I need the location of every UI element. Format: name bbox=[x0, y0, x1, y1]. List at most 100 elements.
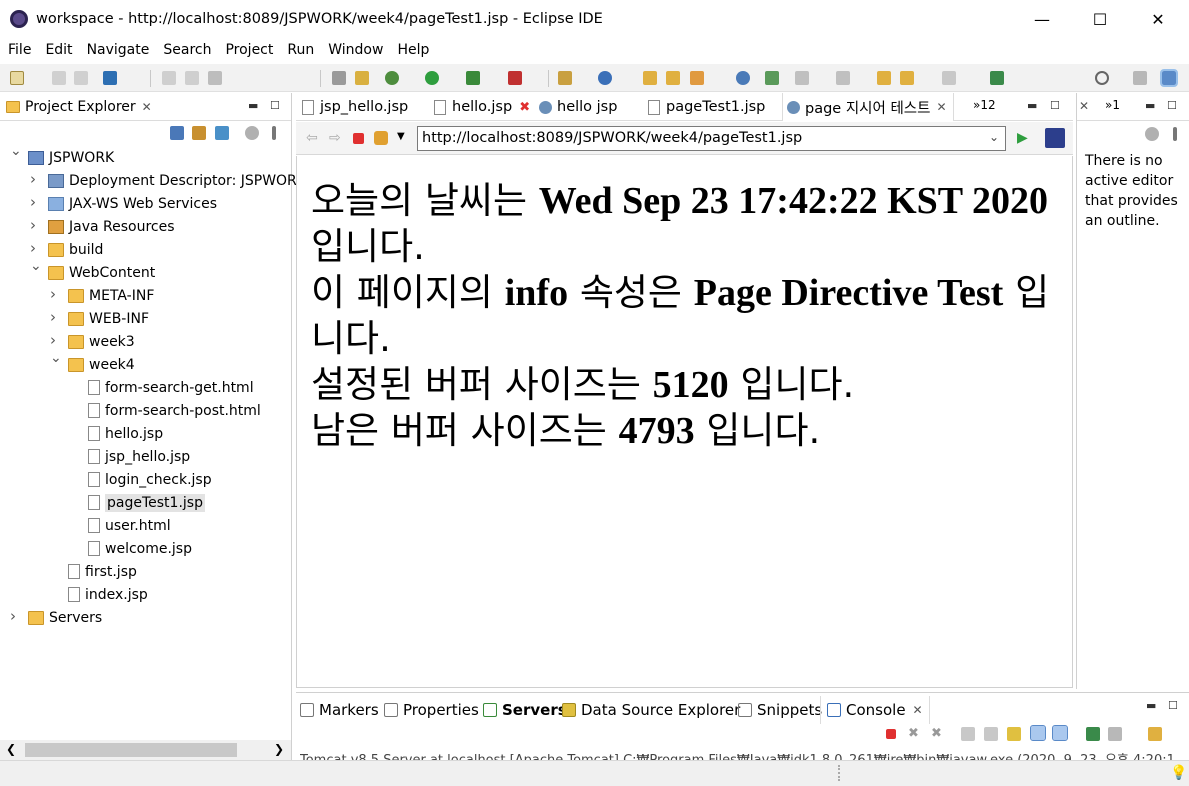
tree-item[interactable]: › week3 bbox=[50, 330, 135, 353]
tree-item[interactable]: pageTest1.jsp bbox=[88, 491, 205, 514]
scroll-left-icon[interactable]: ❮ bbox=[6, 742, 16, 756]
tab-hello-jsp-browser[interactable]: hello jsp bbox=[539, 93, 617, 121]
skip-icon[interactable] bbox=[355, 71, 369, 85]
save-all-icon[interactable] bbox=[74, 71, 88, 85]
menu-run[interactable]: Run bbox=[279, 42, 320, 58]
new-project-icon[interactable] bbox=[558, 71, 572, 85]
close-icon[interactable]: ✖ bbox=[519, 100, 530, 115]
tree-item[interactable]: › Servers bbox=[10, 606, 102, 629]
tree-item[interactable]: login_check.jsp bbox=[88, 468, 212, 491]
chevron-right-icon[interactable]: › bbox=[30, 170, 36, 188]
tree-item[interactable]: ⌄ WebContent bbox=[30, 258, 155, 284]
search-refs-icon[interactable] bbox=[765, 71, 779, 85]
open-console-icon[interactable] bbox=[1148, 727, 1162, 741]
horizontal-scrollbar[interactable]: ❮ ❯ bbox=[0, 740, 291, 760]
tree-item[interactable]: index.jsp bbox=[68, 583, 148, 606]
open-perspective-icon[interactable] bbox=[1133, 71, 1147, 85]
tree-item[interactable]: › Java Resources bbox=[30, 215, 175, 238]
show-stdout-icon[interactable] bbox=[1030, 725, 1046, 741]
next-annotation-icon[interactable] bbox=[795, 71, 809, 85]
web-browser-icon[interactable] bbox=[736, 71, 750, 85]
open-folder-icon[interactable] bbox=[666, 71, 680, 85]
minimize-button[interactable]: — bbox=[1013, 0, 1071, 38]
suspend-icon[interactable] bbox=[185, 71, 199, 85]
close-icon[interactable]: ✕ bbox=[936, 100, 946, 114]
new-icon[interactable] bbox=[10, 71, 24, 85]
minimize-editor-icon[interactable]: ▬ bbox=[1027, 99, 1037, 112]
chevron-down-icon[interactable]: ⌄ bbox=[10, 143, 22, 159]
tab-overflow-indicator[interactable]: »12 bbox=[973, 98, 996, 112]
filter-icon[interactable] bbox=[215, 126, 229, 140]
stop-icon[interactable] bbox=[353, 133, 364, 144]
close-button[interactable]: ✕ bbox=[1129, 0, 1187, 38]
open-type-icon[interactable] bbox=[643, 71, 657, 85]
chevron-down-icon[interactable]: ⌄ bbox=[50, 350, 62, 366]
clear-console-icon[interactable] bbox=[961, 727, 975, 741]
word-wrap-icon[interactable] bbox=[1007, 727, 1021, 741]
tree-item[interactable]: user.html bbox=[88, 514, 171, 537]
menu-navigate[interactable]: Navigate bbox=[79, 42, 156, 58]
tab-markers[interactable]: Markers bbox=[300, 697, 379, 723]
tab-properties[interactable]: Properties bbox=[384, 697, 479, 723]
tree-item[interactable]: › build bbox=[30, 238, 103, 261]
scroll-thumb[interactable] bbox=[25, 743, 237, 757]
debug-icon[interactable] bbox=[385, 71, 399, 85]
terminate-icon[interactable] bbox=[208, 71, 222, 85]
resume-icon[interactable] bbox=[162, 71, 176, 85]
terminate-console-icon[interactable] bbox=[886, 729, 896, 739]
tab-servers[interactable]: Servers bbox=[483, 697, 567, 723]
view-menu-icon[interactable] bbox=[1173, 127, 1177, 141]
pin-console-icon[interactable] bbox=[1086, 727, 1100, 741]
tree-item[interactable]: › JAX-WS Web Services bbox=[30, 192, 217, 215]
pin-editor-icon[interactable] bbox=[990, 71, 1004, 85]
scroll-right-icon[interactable]: ❯ bbox=[274, 742, 284, 756]
stop-server-icon[interactable] bbox=[508, 71, 522, 85]
chevron-right-icon[interactable]: › bbox=[50, 331, 56, 349]
save-icon[interactable] bbox=[52, 71, 66, 85]
search-icon[interactable] bbox=[1095, 71, 1109, 85]
tree-item[interactable]: jsp_hello.jsp bbox=[88, 445, 190, 468]
menu-edit[interactable]: Edit bbox=[37, 42, 78, 58]
open-task-icon[interactable] bbox=[690, 71, 704, 85]
lightbulb-icon[interactable]: 💡 bbox=[1170, 765, 1187, 781]
open-external-browser-icon[interactable] bbox=[1045, 128, 1065, 148]
jee-perspective-icon[interactable] bbox=[1160, 69, 1178, 87]
menu-project[interactable]: Project bbox=[217, 42, 279, 58]
chevron-right-icon[interactable]: › bbox=[10, 607, 16, 625]
tree-item[interactable]: ⌄ JSPWORK bbox=[10, 143, 114, 169]
link-editor-icon[interactable] bbox=[192, 126, 206, 140]
java-icon[interactable] bbox=[245, 126, 259, 140]
run-icon[interactable] bbox=[425, 71, 439, 85]
outline-tool-icon[interactable] bbox=[1145, 127, 1159, 141]
minimize-view-icon[interactable]: ▬ bbox=[1146, 699, 1156, 712]
chevron-down-icon[interactable]: ⌄ bbox=[989, 130, 999, 144]
new-class-icon[interactable] bbox=[598, 71, 612, 85]
collapse-all-icon[interactable] bbox=[170, 126, 184, 140]
menu-search[interactable]: Search bbox=[155, 42, 217, 58]
remove-launch-icon[interactable]: ✖ bbox=[908, 726, 919, 741]
back-icon[interactable] bbox=[900, 71, 914, 85]
tab-jsp-hello[interactable]: jsp_hello.jsp bbox=[302, 93, 408, 121]
tab-pagetest1[interactable]: pageTest1.jsp bbox=[648, 93, 765, 121]
run-server-icon[interactable] bbox=[466, 71, 480, 85]
maximize-editor-icon[interactable]: ☐ bbox=[1050, 99, 1060, 112]
remove-all-icon[interactable]: ✖ bbox=[931, 726, 942, 741]
chevron-right-icon[interactable]: › bbox=[50, 285, 56, 303]
close-icon[interactable]: ✕ bbox=[142, 100, 152, 114]
back-arrow-icon[interactable]: ⇦ bbox=[306, 130, 318, 146]
menu-window[interactable]: Window bbox=[320, 42, 389, 58]
tree-item[interactable]: ⌄ week4 bbox=[50, 350, 135, 376]
tree-item[interactable]: › Deployment Descriptor: JSPWOR bbox=[30, 169, 297, 192]
maximize-view-icon[interactable]: ☐ bbox=[1167, 99, 1177, 112]
tab-data-source-explorer[interactable]: Data Source Explorer bbox=[562, 697, 740, 723]
tree-item[interactable]: hello.jsp bbox=[88, 422, 163, 445]
tree-item[interactable]: › META-INF bbox=[50, 284, 154, 307]
list-icon[interactable] bbox=[332, 71, 346, 85]
tab-hello-jsp[interactable]: hello.jsp ✖ bbox=[434, 93, 530, 121]
terminal-icon[interactable] bbox=[103, 71, 117, 85]
prev-annotation-icon[interactable] bbox=[836, 71, 850, 85]
tab-console[interactable]: Console ✕ bbox=[820, 696, 930, 724]
tree-item[interactable]: welcome.jsp bbox=[88, 537, 192, 560]
view-menu-icon[interactable] bbox=[272, 126, 276, 140]
chevron-right-icon[interactable]: › bbox=[30, 239, 36, 257]
